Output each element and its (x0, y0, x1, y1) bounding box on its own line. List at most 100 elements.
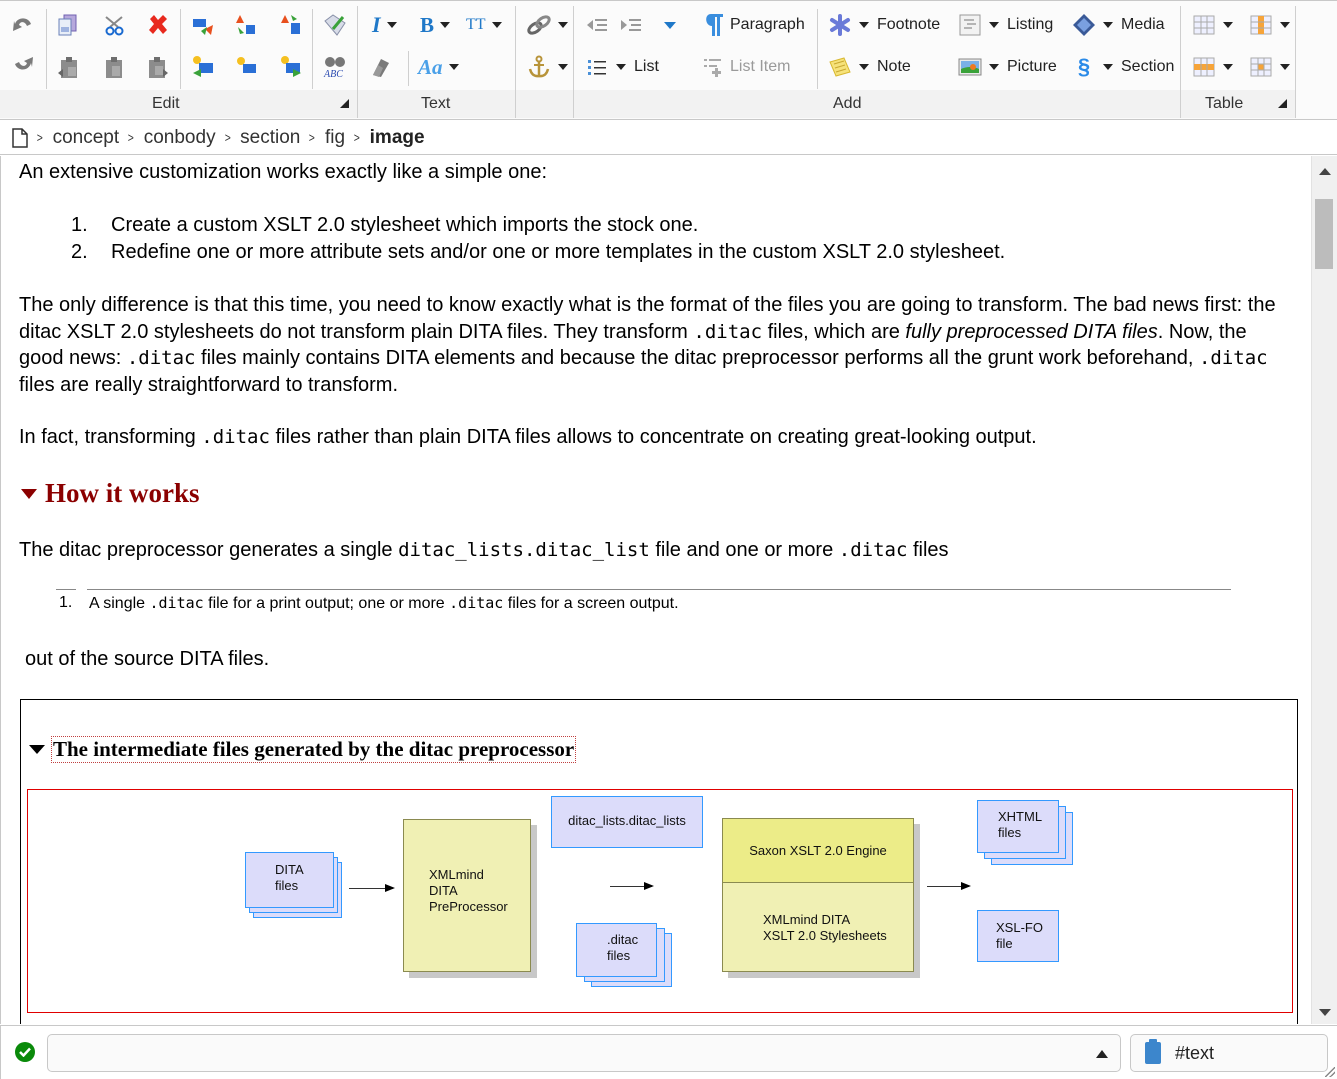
intro-paragraph[interactable]: An extensive customization works exactly… (19, 159, 547, 186)
copy-icon (55, 12, 81, 38)
figure-image[interactable]: DITA files XMLmind DITA PreProcessor dit… (27, 789, 1293, 1013)
text-style-button[interactable]: Aa (418, 51, 459, 83)
list-button[interactable]: List (584, 51, 659, 83)
dropdown-arrow-icon (616, 64, 626, 70)
diagram-dita-files: DITA files (245, 852, 334, 908)
table-cell-button[interactable] (1248, 51, 1290, 83)
list-item[interactable]: 1. Create a custom XSLT 2.0 stylesheet wh… (71, 212, 1005, 239)
insert-table-button[interactable] (1191, 9, 1233, 41)
section-heading[interactable]: How it works (21, 478, 200, 509)
scroll-thumb[interactable] (1315, 199, 1333, 269)
spell-check-button[interactable]: ABC (322, 51, 348, 83)
validity-check-icon[interactable] (15, 1042, 35, 1062)
redo-button[interactable] (10, 50, 36, 82)
edit-group: ABC Edit (0, 1, 357, 119)
bold-button[interactable]: B (420, 9, 451, 41)
dropdown-arrow-icon (558, 64, 568, 70)
dropdown-arrow-icon (558, 22, 568, 28)
outdent-button[interactable] (584, 9, 610, 41)
insert-before-icon (190, 54, 216, 80)
undo-icon (10, 12, 36, 38)
wrap-button[interactable] (278, 9, 304, 41)
breadcrumb-item-concept[interactable]: concept (53, 127, 120, 149)
delete-button[interactable] (145, 9, 171, 41)
clear-formatting-button[interactable] (368, 51, 394, 83)
insert-after-button[interactable] (278, 51, 304, 83)
steps-list: 1. Create a custom XSLT 2.0 stylesheet wh… (71, 212, 1005, 265)
edit-dialog-launcher[interactable] (340, 99, 349, 108)
collapse-triangle-icon[interactable] (21, 488, 37, 499)
copy-button[interactable] (55, 9, 81, 41)
links-group (516, 1, 573, 119)
table-column-button[interactable] (1248, 9, 1290, 41)
anchor-icon (526, 54, 552, 80)
picture-button[interactable]: Picture (957, 51, 1057, 83)
status-bar: #text (0, 1025, 1337, 1079)
paragraph-button[interactable]: Paragraph (700, 9, 805, 41)
indent-button[interactable] (618, 9, 644, 41)
paste-before-button[interactable] (55, 51, 81, 83)
insert-button[interactable] (233, 51, 259, 83)
list-options-dropdown[interactable] (662, 9, 676, 41)
document-view[interactable]: An extensive customization works exactly… (0, 156, 1310, 1024)
scroll-up-arrow-icon[interactable] (1319, 168, 1331, 175)
edit-attributes-button[interactable] (322, 9, 348, 41)
list-item[interactable]: 2. Redefine one or more attribute sets an… (71, 239, 1005, 266)
paste-after-button[interactable] (145, 51, 171, 83)
dropdown-arrow-icon (859, 22, 869, 28)
list-icon (584, 54, 610, 80)
message-field[interactable] (47, 1034, 1121, 1072)
breadcrumb-item-image[interactable]: image (370, 127, 425, 149)
cut-icon (101, 12, 127, 38)
undo-button[interactable] (10, 9, 36, 41)
figure-title[interactable]: The intermediate files generated by the … (29, 736, 577, 763)
note-button[interactable]: Note (827, 51, 911, 83)
document-icon[interactable] (12, 127, 28, 148)
breadcrumb-item-conbody[interactable]: conbody (144, 127, 216, 149)
paste-button[interactable] (101, 51, 127, 83)
expand-up-arrow-icon[interactable] (1096, 1050, 1108, 1058)
add-group: List Paragraph List Item Footnote Note L… (574, 1, 1180, 119)
dropdown-arrow-icon (859, 64, 869, 70)
link-button[interactable] (526, 9, 568, 41)
footnote-button[interactable]: Footnote (827, 9, 940, 41)
breadcrumb-item-section[interactable]: section (240, 127, 300, 149)
convert-icon (233, 12, 259, 38)
vertical-scrollbar[interactable] (1311, 156, 1337, 1024)
monospace-button[interactable]: TT (466, 9, 502, 41)
source-paragraph[interactable]: out of the source DITA files. (25, 646, 269, 673)
diagram-preprocessor: XMLmind DITA PreProcessor (403, 819, 531, 972)
dropdown-arrow-icon (1223, 22, 1233, 28)
listing-button[interactable]: Listing (957, 9, 1053, 41)
anchor-button[interactable] (526, 51, 568, 83)
scroll-down-arrow-icon[interactable] (1319, 1009, 1331, 1016)
eraser-icon (368, 54, 394, 80)
insert-before-button[interactable] (190, 51, 216, 83)
resize-grip[interactable] (1325, 1067, 1335, 1077)
paste-icon (101, 54, 127, 80)
replace-button[interactable] (190, 9, 216, 41)
dropdown-arrow-icon (440, 22, 451, 28)
svg-text:ABC: ABC (323, 69, 343, 79)
media-button[interactable]: Media (1071, 9, 1165, 41)
preprocessor-paragraph[interactable]: The ditac preprocessor generates a singl… (19, 537, 949, 564)
node-path-field[interactable]: #text (1130, 1034, 1328, 1072)
diagram-ditac-files: .ditac files (576, 923, 657, 977)
in-fact-paragraph[interactable]: In fact, transforming .ditac files rathe… (19, 424, 1037, 451)
list-item-button[interactable]: List Item (700, 51, 790, 83)
breadcrumb-item-fig[interactable]: fig (325, 127, 345, 149)
difference-paragraph[interactable]: The only difference is that this time, y… (19, 292, 1289, 398)
paste-after-icon (145, 54, 171, 80)
italic-button[interactable]: I (372, 9, 397, 41)
dropdown-arrow-icon (1103, 22, 1113, 28)
footnote-divider (87, 589, 1231, 590)
table-row-button[interactable] (1191, 51, 1233, 83)
text-group: I B TT Aa Text (358, 1, 515, 119)
figure[interactable]: The intermediate files generated by the … (20, 699, 1298, 1024)
convert-button[interactable] (233, 9, 259, 41)
cut-button[interactable] (101, 9, 127, 41)
table-dialog-launcher[interactable] (1278, 99, 1287, 108)
footnote[interactable]: 1. A single .ditac file for a print outp… (59, 594, 679, 613)
section-button[interactable]: § Section (1071, 51, 1175, 83)
collapse-triangle-icon[interactable] (29, 745, 45, 754)
